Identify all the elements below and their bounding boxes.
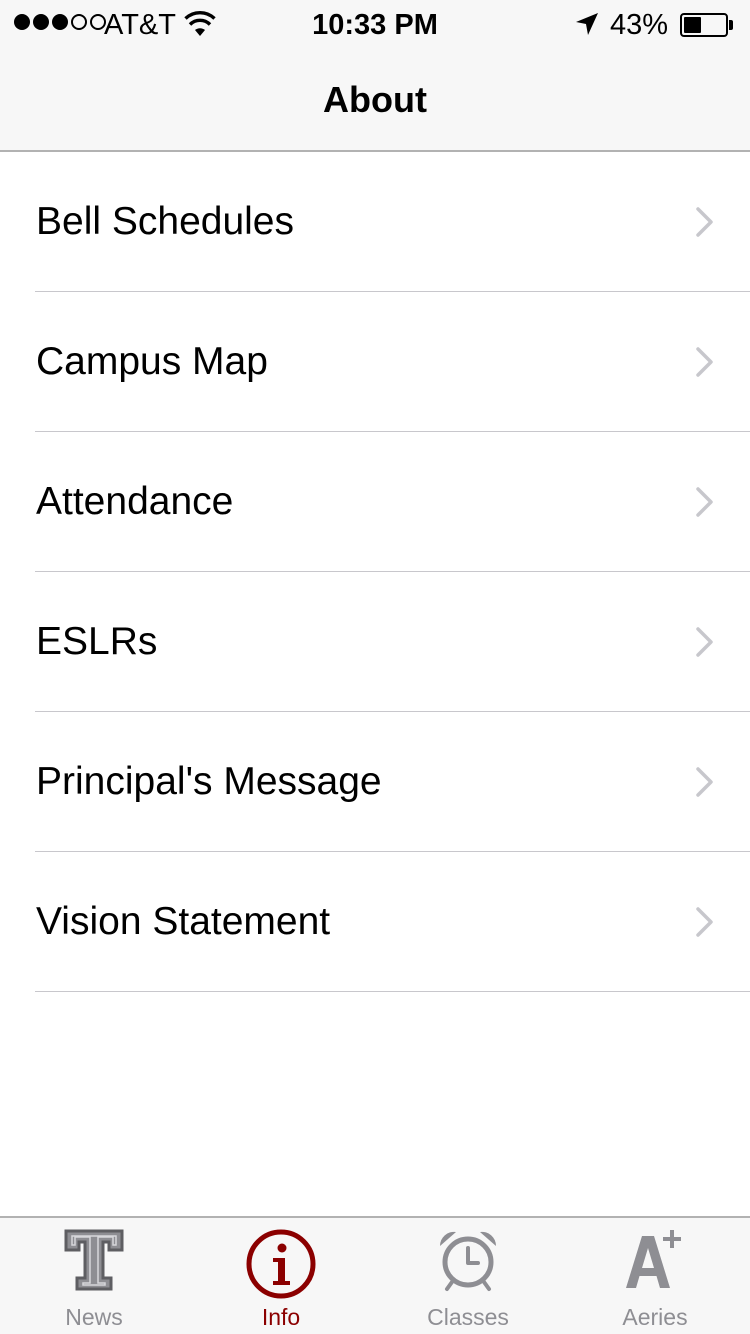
battery-percent: 43% bbox=[610, 9, 669, 41]
tab-aeries[interactable]: Aeries bbox=[561, 1218, 749, 1334]
tab-info[interactable]: Info bbox=[187, 1218, 375, 1334]
status-bar: AT&T 10:33 PM 43% bbox=[0, 0, 750, 50]
battery-fill bbox=[684, 17, 701, 33]
list-item-label: Campus Map bbox=[36, 340, 268, 383]
chevron-right-icon bbox=[696, 627, 713, 657]
chevron-right-icon bbox=[696, 207, 713, 237]
list-item-bell-schedules[interactable]: Bell Schedules bbox=[0, 152, 750, 292]
list-item-principals-message[interactable]: Principal's Message bbox=[0, 712, 750, 852]
page-title: About bbox=[323, 79, 427, 120]
list-item-campus-map[interactable]: Campus Map bbox=[0, 292, 750, 432]
tab-classes[interactable]: Classes bbox=[374, 1218, 562, 1334]
list-item-eslrs[interactable]: ESLRs bbox=[0, 572, 750, 712]
tab-label: Classes bbox=[427, 1304, 509, 1330]
list-item-label: Principal's Message bbox=[36, 760, 382, 803]
chevron-right-icon bbox=[696, 767, 713, 797]
tab-label: Info bbox=[261, 1304, 301, 1330]
top-bar: AT&T 10:33 PM 43% About bbox=[0, 0, 750, 152]
chevron-right-icon bbox=[696, 347, 713, 377]
tab-label: Aeries bbox=[622, 1304, 688, 1330]
alarm-clock-icon bbox=[439, 1231, 497, 1291]
list-item-label: Vision Statement bbox=[36, 900, 331, 943]
location-arrow-icon bbox=[576, 13, 598, 35]
tab-bar: News Info Classes Aeries bbox=[0, 1216, 750, 1334]
chevron-right-icon bbox=[696, 907, 713, 937]
phone-screen: AT&T 10:33 PM 43% About Bell Schedules C… bbox=[0, 0, 750, 1334]
about-menu-list: Bell Schedules Campus Map Attendance ESL… bbox=[0, 152, 750, 992]
a-plus-icon bbox=[626, 1230, 681, 1288]
t-logo-icon bbox=[64, 1229, 124, 1291]
list-item-label: Bell Schedules bbox=[36, 200, 294, 243]
list-item-label: ESLRs bbox=[36, 620, 158, 663]
list-item-label: Attendance bbox=[36, 480, 234, 523]
info-icon bbox=[246, 1229, 316, 1299]
battery-tip bbox=[729, 20, 733, 30]
chevron-right-icon bbox=[696, 487, 713, 517]
list-item-attendance[interactable]: Attendance bbox=[0, 432, 750, 572]
battery-icon bbox=[680, 13, 728, 37]
tab-label: News bbox=[65, 1304, 123, 1330]
tab-news[interactable]: News bbox=[0, 1218, 188, 1334]
list-item-vision-statement[interactable]: Vision Statement bbox=[0, 852, 750, 992]
